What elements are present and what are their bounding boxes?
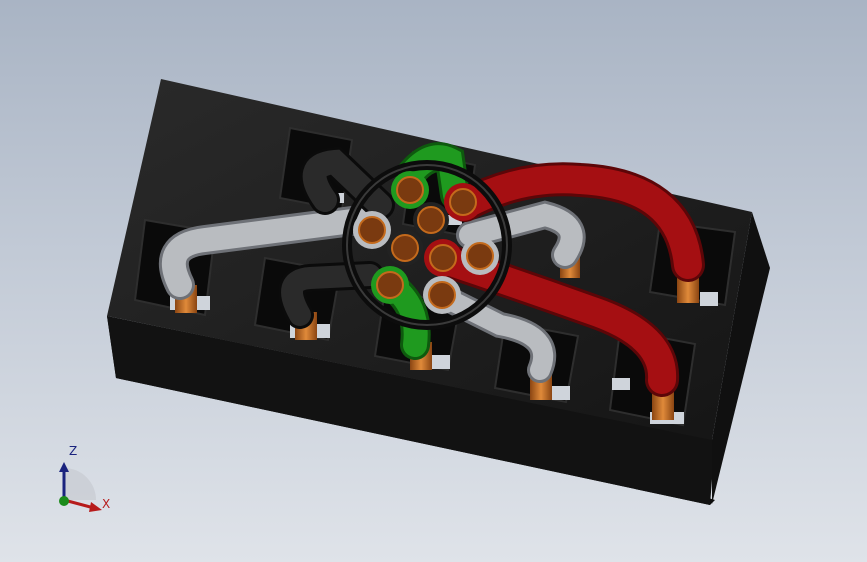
y-axis-dot xyxy=(59,496,69,506)
model-scene[interactable] xyxy=(0,0,867,562)
x-axis-label: X xyxy=(102,497,110,511)
z-axis-arrow-head xyxy=(59,462,69,472)
orientation-triad: Z X xyxy=(59,444,110,512)
x-axis-arrow-head xyxy=(89,502,102,512)
z-axis-label: Z xyxy=(69,444,77,458)
graphics-viewport[interactable]: Z X xyxy=(0,0,867,562)
